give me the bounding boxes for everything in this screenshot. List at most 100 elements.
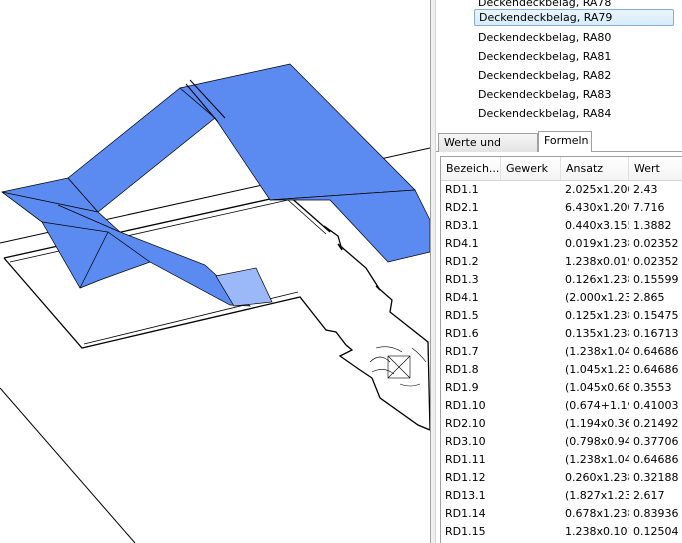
cell-ansatz: (1.194x0.36 <box>565 417 629 430</box>
table-row[interactable]: RD1.8 (1.045x1.23 0.64686 <box>441 361 682 379</box>
column-header-bezeichnung[interactable]: Bezeich... <box>441 157 501 181</box>
cell-gewerk <box>501 181 561 199</box>
cell-wert: 2.43 <box>633 183 658 196</box>
cell-bezeichnung: RD1.2 <box>445 255 479 268</box>
table-row[interactable]: RD3.10 (0.798x0.94 0.37706 <box>441 433 682 451</box>
cell-ansatz: 0.440x3.155 <box>565 219 629 232</box>
tab-formeln[interactable]: Formeln <box>538 131 592 152</box>
cell-bezeichnung: RD1.14 <box>445 507 486 520</box>
cell-gewerk <box>501 415 561 433</box>
roof-surface-ridge-right <box>179 63 416 201</box>
cell-wert: 1.3882 <box>633 219 672 232</box>
properties-pane: Deckendeckbelag, RA78 Deckendeckbelag, R… <box>436 0 682 543</box>
table-row[interactable]: RD1.11 (1.238x1.04 0.64686 <box>441 451 682 469</box>
cell-ansatz: (1.045x1.23 <box>565 363 629 376</box>
cell-gewerk <box>501 523 561 541</box>
cell-gewerk <box>501 487 561 505</box>
cell-ansatz: (0.798x0.94 <box>565 435 629 448</box>
table-row[interactable]: RD1.7 (1.238x1.04 0.64686 <box>441 343 682 361</box>
cell-bezeichnung: RD1.5 <box>445 309 479 322</box>
cell-bezeichnung: RD1.10 <box>445 399 486 412</box>
table-row[interactable]: RD1.3 0.126x1.238 0.15599 <box>441 271 682 289</box>
cell-bezeichnung: RD2.10 <box>445 417 486 430</box>
tree-item-selected[interactable]: Deckendeckbelag, RA79 <box>474 9 674 26</box>
table-row[interactable]: RD1.2 1.238x0.019 0.02352 <box>441 253 682 271</box>
table-row[interactable]: RD1.1 2.025x1.200 2.43 <box>441 181 682 199</box>
table-row[interactable]: RD1.9 (1.045x0.68 0.3553 <box>441 379 682 397</box>
cell-gewerk <box>501 433 561 451</box>
cell-gewerk <box>501 343 561 361</box>
cell-wert: 0.32188 <box>633 471 679 484</box>
tree-item[interactable]: Deckendeckbelag, RA84 <box>474 105 615 122</box>
cell-gewerk <box>501 361 561 379</box>
table-row[interactable]: RD1.10 (0.674+1.19 0.41003 <box>441 397 682 415</box>
cell-ansatz: 2.025x1.200 <box>565 183 629 196</box>
formula-grid: Bezeich... Gewerk Ansatz Wert RD1.1 2.025… <box>440 156 682 543</box>
cell-ansatz: 0.125x1.238 <box>565 309 629 322</box>
cell-wert: 0.21492 <box>633 417 679 430</box>
table-row[interactable]: RD1.6 0.135x1.238 0.16713 <box>441 325 682 343</box>
cell-gewerk <box>501 505 561 523</box>
cell-gewerk <box>501 451 561 469</box>
cell-bezeichnung: RD2.1 <box>445 201 479 214</box>
table-row[interactable]: RD4.1 0.019x1.238 0.02352 <box>441 235 682 253</box>
cell-wert: 2.617 <box>633 489 665 502</box>
column-header-gewerk[interactable]: Gewerk <box>501 157 561 181</box>
table-row[interactable]: RD1.15 1.238x0.101 0.12504 <box>441 523 682 541</box>
table-row[interactable]: RD1.5 0.125x1.238 0.15475 <box>441 307 682 325</box>
cell-bezeichnung: RD1.7 <box>445 345 479 358</box>
cell-ansatz: (1.238x1.04 <box>565 453 629 466</box>
cell-ansatz: 0.135x1.238 <box>565 327 629 340</box>
stair-detail <box>369 346 427 387</box>
cell-ansatz: (1.827x1.23 <box>565 489 629 502</box>
cell-bezeichnung: RD1.11 <box>445 453 486 466</box>
cell-wert: 0.37706 <box>633 435 679 448</box>
cell-ansatz: (2.000x1.23 <box>565 291 629 304</box>
cell-ansatz: 6.430x1.200 <box>565 201 629 214</box>
table-row[interactable]: RD1.12 0.260x1.238 0.32188 <box>441 469 682 487</box>
cell-bezeichnung: RD1.3 <box>445 273 479 286</box>
roof-model-drawing <box>0 63 430 543</box>
table-row[interactable]: RD13.1 (1.827x1.23 2.617 <box>441 487 682 505</box>
cell-gewerk <box>501 253 561 271</box>
cell-gewerk <box>501 199 561 217</box>
tree-item[interactable]: Deckendeckbelag, RA81 <box>474 48 615 65</box>
cell-wert: 0.16713 <box>633 327 679 340</box>
column-header-ansatz[interactable]: Ansatz <box>561 157 629 181</box>
ground-line-lower <box>0 387 136 543</box>
roof-surface-ridge-left <box>67 87 216 213</box>
tab-werte-und-attribute[interactable]: Werte und Attribute <box>438 133 538 167</box>
cell-wert: 0.41003 <box>633 399 679 412</box>
table-row[interactable]: RD4.1 (2.000x1.23 2.865 <box>441 289 682 307</box>
3d-model-viewport[interactable] <box>0 0 430 543</box>
cell-bezeichnung: RD3.10 <box>445 435 486 448</box>
cell-bezeichnung: RD4.1 <box>445 291 479 304</box>
tree-item[interactable]: Deckendeckbelag, RA82 <box>474 67 615 84</box>
tree-item[interactable]: Deckendeckbelag, RA80 <box>474 29 615 46</box>
table-row[interactable]: RD2.10 (1.194x0.36 0.21492 <box>441 415 682 433</box>
cell-bezeichnung: RD1.6 <box>445 327 479 340</box>
column-header-wert[interactable]: Wert <box>629 157 682 181</box>
cell-wert: 0.12504 <box>633 525 679 538</box>
cell-wert: 7.716 <box>633 201 665 214</box>
table-row[interactable]: RD2.1 6.430x1.200 7.716 <box>441 199 682 217</box>
tab-bar: Werte und Attribute Formeln <box>436 130 682 167</box>
cell-wert: 2.865 <box>633 291 665 304</box>
table-row[interactable]: RD3.1 0.440x3.155 1.3882 <box>441 217 682 235</box>
table-row[interactable]: RD1.14 0.678x1.238 0.83936 <box>441 505 682 523</box>
cell-bezeichnung: RD1.8 <box>445 363 479 376</box>
cell-ansatz: 1.238x0.019 <box>565 255 629 268</box>
cell-wert: 0.64686 <box>633 345 679 358</box>
cell-gewerk <box>501 289 561 307</box>
cell-ansatz: 0.019x1.238 <box>565 237 629 250</box>
cell-bezeichnung: RD13.1 <box>445 489 486 502</box>
roof-surface-valley <box>1 191 251 307</box>
cell-gewerk <box>501 217 561 235</box>
cell-gewerk <box>501 397 561 415</box>
tree-item[interactable]: Deckendeckbelag, RA83 <box>474 86 615 103</box>
cell-bezeichnung: RD1.1 <box>445 183 479 196</box>
cell-wert: 0.64686 <box>633 453 679 466</box>
cell-wert: 0.02352 <box>633 255 679 268</box>
cell-gewerk <box>501 325 561 343</box>
cell-ansatz: 0.260x1.238 <box>565 471 629 484</box>
